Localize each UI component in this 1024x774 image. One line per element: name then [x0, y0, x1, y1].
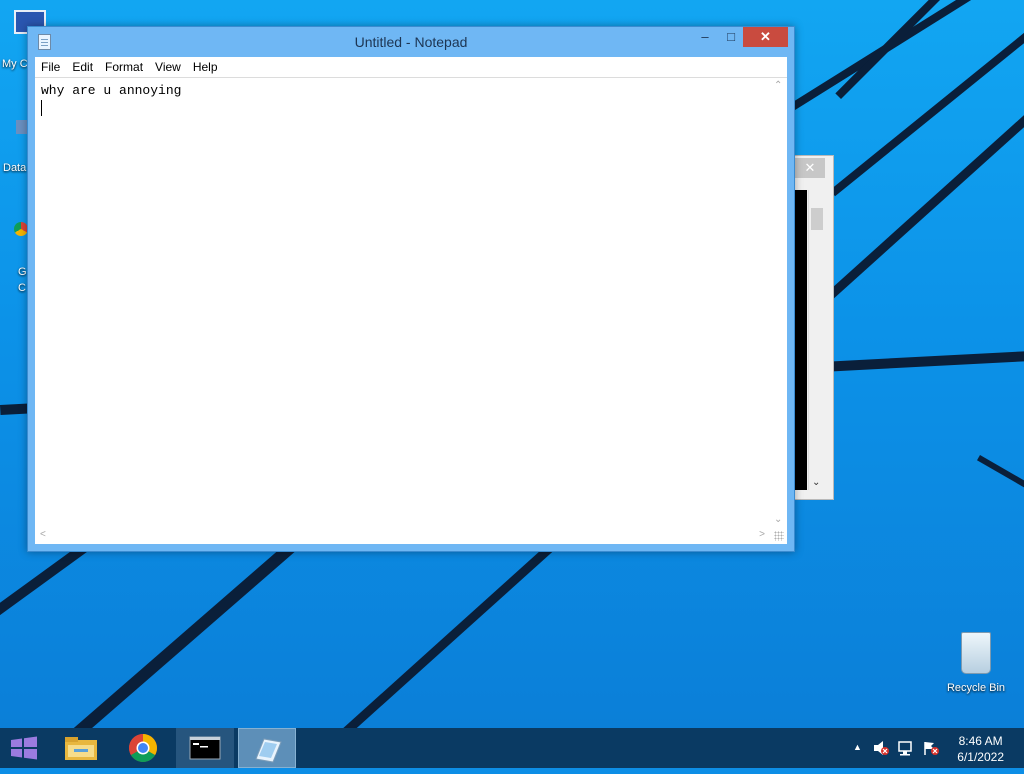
wallpaper-stripe: [977, 455, 1024, 501]
text-caret: [41, 100, 42, 116]
desktop-icon-label: Data: [3, 162, 27, 174]
clock-date: 6/1/2022: [957, 750, 1004, 764]
close-button[interactable]: ✕: [795, 158, 825, 178]
close-button[interactable]: ✕: [743, 27, 788, 47]
start-button[interactable]: [0, 728, 48, 768]
taskbar-chrome[interactable]: [114, 728, 172, 768]
windows-logo-icon: [11, 736, 37, 760]
chrome-icon: [14, 222, 28, 236]
google-chrome-desktop-icon[interactable]: G C: [14, 222, 28, 294]
show-hidden-icons-icon[interactable]: ▲: [853, 742, 862, 752]
resize-grip-icon[interactable]: [774, 531, 784, 541]
taskbar: ▲ 8:46 AM 6/1/2022: [0, 728, 1024, 768]
menu-format[interactable]: Format: [99, 57, 149, 74]
menu-help[interactable]: Help: [187, 57, 224, 74]
recycle-bin-desktop-icon[interactable]: Recycle Bin: [944, 632, 1008, 694]
notepad-icon: [255, 738, 282, 763]
command-prompt-icon: [189, 736, 221, 760]
folder-icon: [65, 737, 97, 760]
text-editor[interactable]: why are u annoying ⌃ ⌄ < >: [35, 78, 787, 544]
wallpaper-stripe: [780, 0, 1024, 117]
desktop-icon-label: Recycle Bin: [946, 682, 1006, 694]
vertical-scrollbar[interactable]: ⌄: [808, 190, 825, 490]
desktop: My C Data G C Recycle Bin ✕ ⌄ Untitled -…: [0, 0, 1024, 728]
desktop-icon-label: My C: [2, 58, 28, 70]
maximize-button[interactable]: □: [718, 27, 744, 47]
volume-muted-icon[interactable]: [872, 740, 890, 756]
desktop-icon-label: C: [18, 282, 26, 294]
scroll-up-arrow-icon[interactable]: ⌃: [774, 80, 782, 91]
command-prompt-window[interactable]: ✕ ⌄: [790, 155, 834, 500]
recycle-bin-icon: [961, 632, 991, 674]
action-center-icon[interactable]: [922, 740, 940, 756]
scroll-down-arrow-icon[interactable]: ⌄: [812, 477, 820, 488]
vertical-scrollbar[interactable]: ⌃ ⌄: [770, 78, 787, 527]
wallpaper-stripe: [835, 0, 940, 99]
taskbar-command-prompt[interactable]: [176, 728, 234, 768]
menu-view[interactable]: View: [149, 57, 187, 74]
scrollbar-thumb[interactable]: [811, 208, 823, 230]
scroll-right-arrow-icon[interactable]: >: [759, 529, 765, 540]
clock-time: 8:46 AM: [958, 734, 1003, 748]
system-clock[interactable]: 8:46 AM 6/1/2022: [957, 733, 1004, 765]
horizontal-scrollbar[interactable]: < >: [35, 527, 770, 544]
title-bar[interactable]: Untitled - Notepad – □ ✕: [28, 27, 794, 57]
taskbar-notepad[interactable]: [238, 728, 296, 768]
minimize-button[interactable]: –: [692, 27, 718, 47]
editor-content[interactable]: why are u annoying: [41, 83, 181, 98]
menu-edit[interactable]: Edit: [66, 57, 99, 74]
taskbar-file-explorer[interactable]: [52, 728, 110, 768]
network-icon[interactable]: [897, 740, 915, 756]
menu-bar: File Edit Format View Help: [35, 57, 787, 78]
desktop-icon-label: G: [18, 266, 27, 278]
notepad-window[interactable]: Untitled - Notepad – □ ✕ File Edit Format V…: [27, 26, 795, 552]
scroll-left-arrow-icon[interactable]: <: [40, 529, 46, 540]
console-area: [795, 190, 807, 490]
scroll-down-arrow-icon[interactable]: ⌄: [774, 514, 782, 525]
wallpaper-stripe: [830, 1, 1024, 197]
menu-file[interactable]: File: [35, 57, 66, 74]
chrome-icon: [129, 734, 157, 762]
window-title: Untitled - Notepad: [354, 34, 468, 50]
